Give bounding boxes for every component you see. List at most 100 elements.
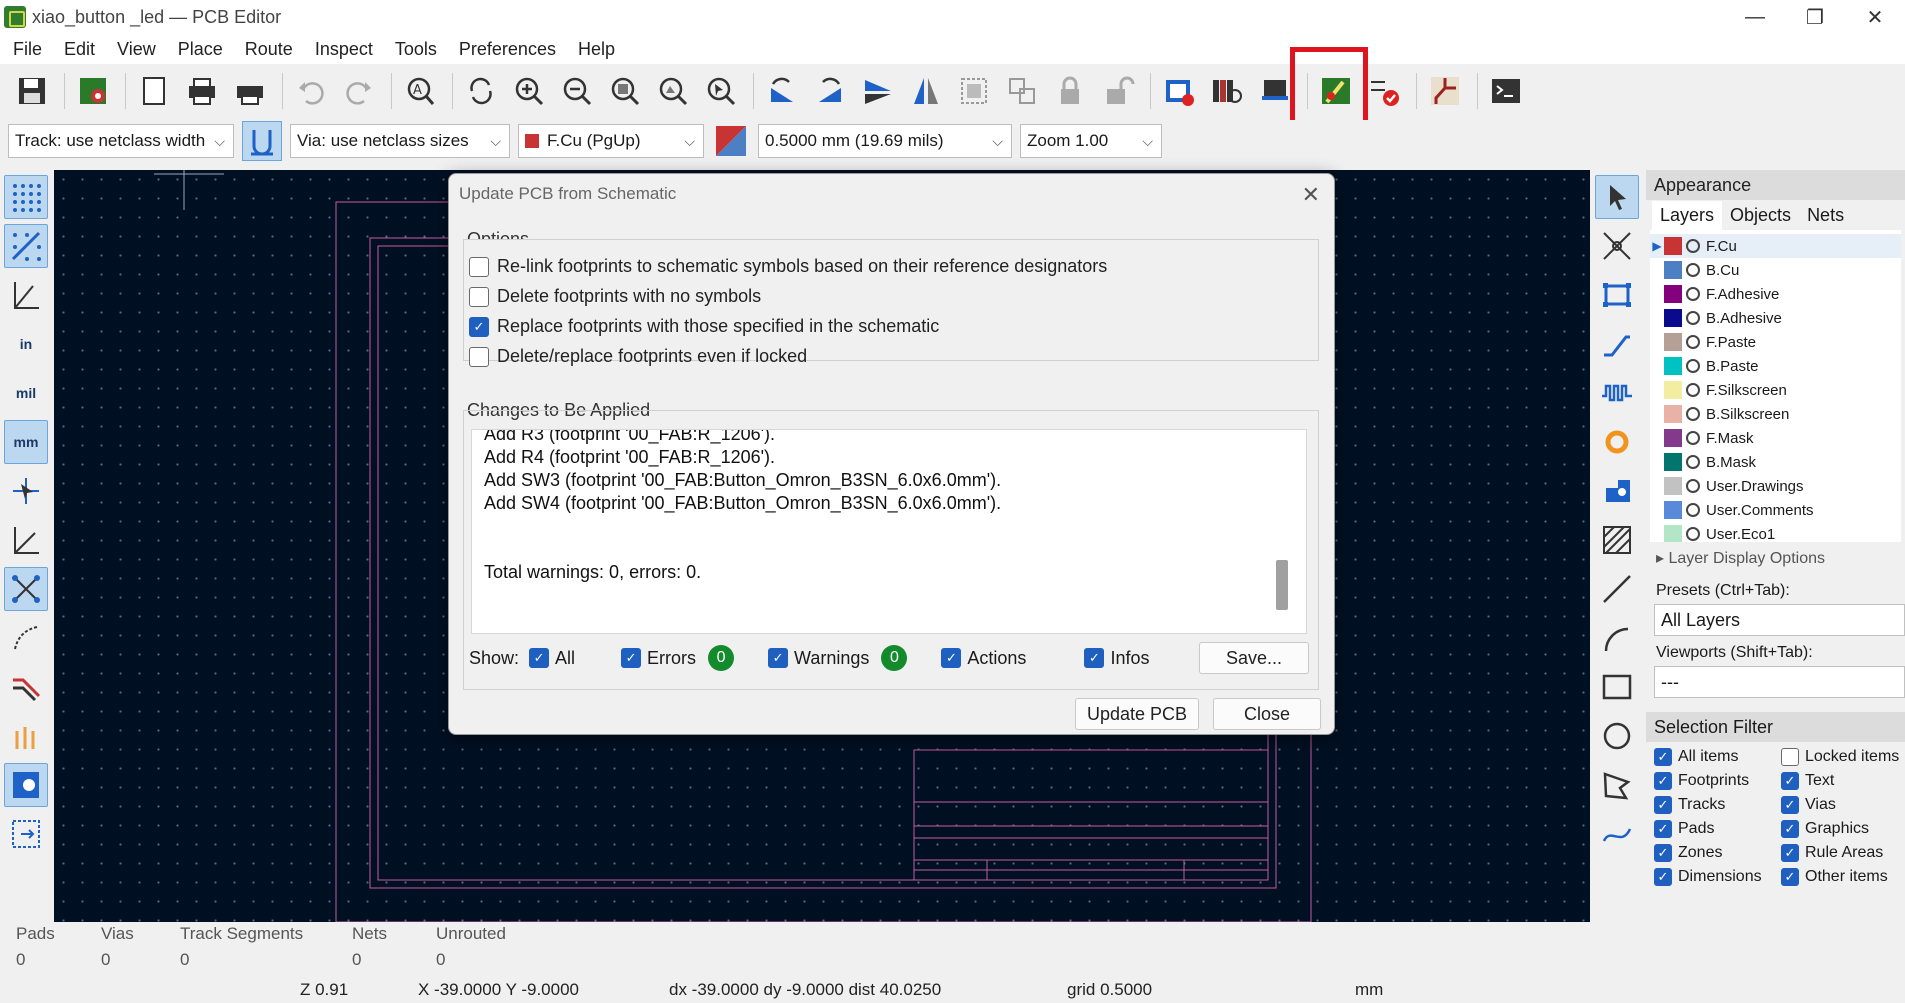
rule-area-icon[interactable]: [1595, 518, 1639, 562]
selection-filter-checkbox[interactable]: ✓: [1781, 796, 1799, 814]
ratsnest-icon[interactable]: [4, 567, 48, 611]
refresh-icon[interactable]: [459, 69, 503, 113]
layer-row[interactable]: B.Silkscreen: [1650, 402, 1901, 426]
eye-icon[interactable]: [1686, 239, 1700, 253]
show-zones-icon[interactable]: [4, 763, 48, 807]
changes-log[interactable]: Add R3 (footprint '00_FAB:R_1206'). Add …: [471, 429, 1307, 634]
presets-select[interactable]: All Layers: [1654, 604, 1905, 636]
selection-filter-item[interactable]: ✓ Footprints: [1654, 772, 1781, 790]
viewports-select[interactable]: ---: [1654, 666, 1905, 698]
layer-color-swatch[interactable]: [1664, 405, 1682, 423]
eye-icon[interactable]: [1686, 263, 1700, 277]
eye-icon[interactable]: [1686, 503, 1700, 517]
page-settings-icon[interactable]: [132, 69, 176, 113]
active-layer-select[interactable]: F.Cu (PgUp) ⌵: [518, 124, 704, 158]
tab-objects[interactable]: Objects: [1722, 201, 1799, 230]
filter-errors-checkbox[interactable]: ✓: [621, 648, 642, 668]
selection-filter-item[interactable]: Locked items: [1781, 748, 1905, 766]
option-relink-checkbox[interactable]: [469, 256, 489, 277]
selection-filter-checkbox[interactable]: ✓: [1781, 820, 1799, 838]
eye-icon[interactable]: [1686, 431, 1700, 445]
layer-color-swatch[interactable]: [1664, 237, 1682, 255]
find-icon[interactable]: A: [398, 69, 442, 113]
draw-circle-icon[interactable]: [1595, 714, 1639, 758]
zoom-objects-icon[interactable]: [651, 69, 695, 113]
save-icon[interactable]: [10, 69, 54, 113]
menu-route[interactable]: Route: [234, 39, 304, 60]
eye-icon[interactable]: [1686, 527, 1700, 541]
layer-color-swatch[interactable]: [1664, 501, 1682, 519]
selection-filter-checkbox[interactable]: [1781, 748, 1799, 766]
layer-row[interactable]: User.Drawings: [1650, 474, 1901, 498]
layer-manager-icon[interactable]: [4, 812, 48, 856]
draw-polygon-icon[interactable]: [1595, 763, 1639, 807]
eye-icon[interactable]: [1686, 407, 1700, 421]
selection-filter-item[interactable]: ✓ Vias: [1781, 796, 1905, 814]
save-report-button[interactable]: Save...: [1199, 642, 1309, 674]
zoom-fit-icon[interactable]: [603, 69, 647, 113]
selection-filter-item[interactable]: ✓ Tracks: [1654, 796, 1781, 814]
layer-row[interactable]: B.Mask: [1650, 450, 1901, 474]
minimize-button[interactable]: —: [1725, 0, 1785, 34]
draw-line-icon[interactable]: [1595, 567, 1639, 611]
update-pcb-button[interactable]: Update PCB: [1075, 698, 1199, 730]
option-relink[interactable]: Re-link footprints to schematic symbols …: [469, 256, 1107, 277]
selection-filter-item[interactable]: ✓ Dimensions: [1654, 868, 1781, 886]
layer-color-swatch[interactable]: [1664, 453, 1682, 471]
layer-pair-icon[interactable]: [712, 123, 750, 159]
route-tracks-icon[interactable]: [1423, 69, 1467, 113]
option-delete-unused-checkbox[interactable]: [469, 286, 489, 307]
selection-filter-item[interactable]: ✓ Rule Areas: [1781, 844, 1905, 862]
footprint-editor-icon[interactable]: [1157, 69, 1201, 113]
selection-filter-checkbox[interactable]: ✓: [1781, 844, 1799, 862]
menu-help[interactable]: Help: [567, 39, 626, 60]
add-via-icon[interactable]: [1595, 420, 1639, 464]
layer-color-swatch[interactable]: [1664, 333, 1682, 351]
zoom-in-icon[interactable]: [507, 69, 551, 113]
via-size-select[interactable]: Via: use netclass sizes ⌵: [290, 124, 510, 158]
draw-arc-icon[interactable]: [1595, 616, 1639, 660]
filter-warnings-checkbox[interactable]: ✓: [768, 648, 789, 668]
polar-coords-icon[interactable]: [4, 273, 48, 317]
menu-inspect[interactable]: Inspect: [304, 39, 384, 60]
layer-color-swatch[interactable]: [1664, 381, 1682, 399]
log-scrollbar[interactable]: [1276, 560, 1288, 610]
eye-icon[interactable]: [1686, 311, 1700, 325]
close-window-button[interactable]: ✕: [1845, 0, 1905, 34]
track-width-select[interactable]: Track: use netclass width ⌵: [8, 124, 234, 158]
layer-row[interactable]: F.Mask: [1650, 426, 1901, 450]
dialog-close-icon[interactable]: ✕: [1302, 182, 1320, 208]
unlock-icon[interactable]: [1096, 69, 1140, 113]
grid-size-select[interactable]: 0.5000 mm (19.69 mils) ⌵: [758, 124, 1012, 158]
option-locked[interactable]: Delete/replace footprints even if locked: [469, 346, 807, 367]
eye-icon[interactable]: [1686, 335, 1700, 349]
scripting-console-icon[interactable]: [1484, 69, 1528, 113]
filter-actions-checkbox[interactable]: ✓: [941, 648, 962, 668]
option-replace-footprints[interactable]: ✓ Replace footprints with those specified…: [469, 316, 939, 337]
grid-dots-icon[interactable]: [4, 175, 48, 219]
layer-row[interactable]: F.Adhesive: [1650, 282, 1901, 306]
print-icon[interactable]: [180, 69, 224, 113]
layer-color-swatch[interactable]: [1664, 309, 1682, 327]
selection-filter-checkbox[interactable]: ✓: [1781, 868, 1799, 886]
show-tracks-icon[interactable]: [4, 665, 48, 709]
eye-icon[interactable]: [1686, 359, 1700, 373]
board-setup-icon[interactable]: [71, 69, 115, 113]
eye-icon[interactable]: [1686, 479, 1700, 493]
selection-filter-checkbox[interactable]: ✓: [1654, 868, 1672, 886]
tab-nets[interactable]: Nets: [1799, 201, 1852, 230]
rotate-ccw-icon[interactable]: [760, 69, 804, 113]
layer-row[interactable]: F.Paste: [1650, 330, 1901, 354]
layer-color-swatch[interactable]: [1664, 429, 1682, 447]
drc-icon[interactable]: [1362, 69, 1406, 113]
units-mils-button[interactable]: mil: [4, 371, 48, 415]
flip-vertical-icon[interactable]: [856, 69, 900, 113]
footprint-browser-icon[interactable]: [1205, 69, 1249, 113]
route-track-icon[interactable]: [1595, 322, 1639, 366]
rotate-cw-icon[interactable]: [808, 69, 852, 113]
layer-color-swatch[interactable]: [1664, 261, 1682, 279]
layer-color-swatch[interactable]: [1664, 357, 1682, 375]
selection-filter-item[interactable]: ✓ Zones: [1654, 844, 1781, 862]
option-replace-footprints-checkbox[interactable]: ✓: [469, 316, 489, 337]
layer-color-swatch[interactable]: [1664, 285, 1682, 303]
